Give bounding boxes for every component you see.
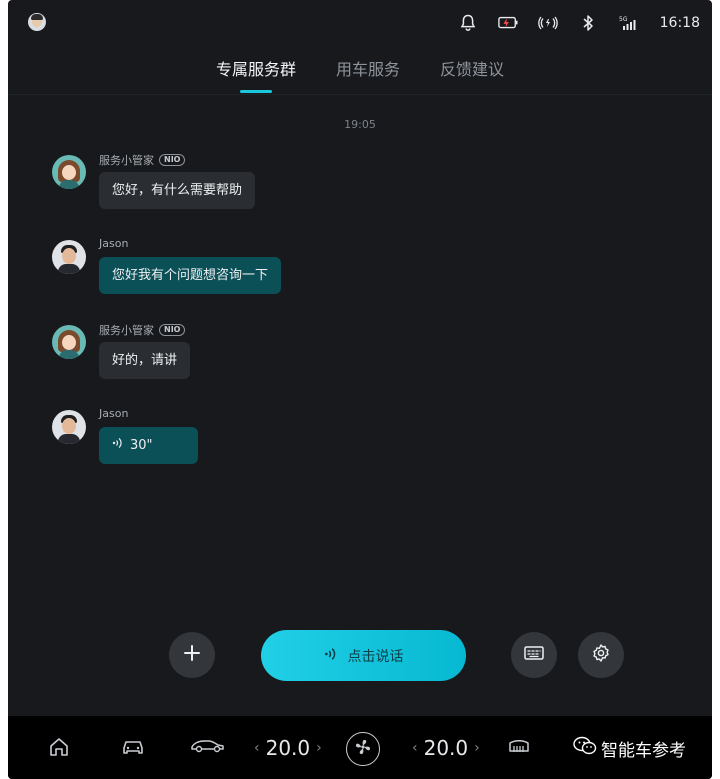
sender-name: 服务小管家 NIO	[99, 152, 186, 168]
user-avatar[interactable]	[52, 240, 86, 274]
sender-name: Jason	[99, 237, 129, 250]
bluetooth-icon	[578, 13, 598, 33]
agent-avatar[interactable]	[52, 325, 86, 359]
watermark-text: 智能车参考	[601, 741, 686, 761]
settings-button[interactable]	[578, 632, 624, 678]
status-bar: 5G 16:18	[8, 0, 712, 44]
talk-label: 点击说话	[347, 648, 404, 665]
nio-badge: NIO	[159, 324, 186, 336]
app-screen: 5G 16:18 专属服务群 用车服务 反馈建议 19:05 服务小管家 NIO…	[8, 0, 712, 779]
fan-icon	[354, 738, 372, 760]
keyboard-button[interactable]	[511, 632, 557, 678]
tab-vehicle-service[interactable]: 用车服务	[336, 50, 400, 90]
tab-exclusive-service-group[interactable]: 专属服务群	[216, 50, 296, 90]
message-bubble[interactable]: 您好，有什么需要帮助	[99, 172, 256, 209]
chat-timestamp: 19:05	[344, 118, 376, 131]
bottom-dock: ‹ 20.0 › ‹ 20.0 › 智能车参考	[8, 716, 712, 779]
5g-signal-icon: 5G	[618, 13, 638, 33]
right-temperature: 20.0	[423, 736, 469, 760]
settings-icon	[591, 643, 611, 667]
voice-icon	[324, 647, 338, 665]
tab-bar: 专属服务群 用车服务 反馈建议	[8, 50, 712, 94]
sender-name: Jason	[99, 407, 129, 420]
car-top-icon	[190, 736, 226, 758]
home-icon	[48, 736, 70, 762]
watermark: 智能车参考	[573, 736, 686, 761]
plus-icon	[183, 644, 201, 666]
clock-time: 16:18	[659, 15, 700, 31]
home-button[interactable]	[48, 736, 70, 762]
vehicle-button[interactable]	[121, 736, 145, 760]
nio-badge: NIO	[159, 154, 186, 166]
message-bubble[interactable]: 您好我有个问题想咨询一下	[99, 257, 282, 294]
keyboard-icon	[524, 645, 544, 665]
add-button[interactable]	[169, 632, 215, 678]
user-avatar-icon[interactable]	[28, 13, 46, 31]
car-icon	[121, 736, 145, 760]
voice-duration: 30"	[130, 438, 153, 453]
wechat-icon	[573, 736, 597, 761]
temp-decrease-icon[interactable]: ‹	[254, 740, 260, 756]
message-bubble[interactable]: 好的，请讲	[99, 342, 191, 379]
tab-feedback[interactable]: 反馈建议	[440, 50, 504, 90]
svg-text:5G: 5G	[619, 16, 628, 23]
sender-name: 服务小管家 NIO	[99, 322, 186, 338]
bell-icon[interactable]	[458, 13, 478, 33]
temp-increase-icon[interactable]: ›	[316, 740, 322, 756]
push-to-talk-button[interactable]: 点击说话	[261, 630, 466, 681]
car-view-button[interactable]	[190, 736, 226, 758]
rear-defrost-icon	[508, 736, 530, 760]
left-temperature: 20.0	[265, 736, 311, 760]
rear-defrost-button[interactable]	[508, 736, 530, 760]
left-temperature-control: ‹ 20.0 ›	[254, 736, 322, 760]
user-avatar[interactable]	[52, 410, 86, 444]
temp-decrease-icon[interactable]: ‹	[412, 740, 418, 756]
charging-icon	[497, 13, 518, 33]
divider	[8, 94, 712, 95]
agent-avatar[interactable]	[52, 155, 86, 189]
right-temperature-control: ‹ 20.0 ›	[412, 736, 480, 760]
voice-icon	[112, 427, 124, 464]
wireless-icon	[537, 13, 558, 33]
voice-message-bubble[interactable]: 30"	[99, 427, 198, 464]
fan-button[interactable]	[346, 732, 380, 766]
temp-increase-icon[interactable]: ›	[474, 740, 480, 756]
